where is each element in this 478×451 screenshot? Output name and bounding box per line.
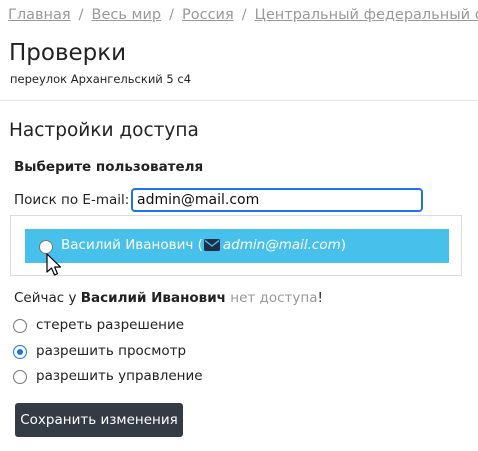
status-user-name: Василий Иванович	[80, 290, 226, 306]
page-address: переулок Архангельский 5 с4	[10, 72, 192, 86]
access-status-text: Сейчас у Василий Иванович нет доступа!	[14, 290, 323, 306]
option-revoke-label[interactable]: стереть разрешение	[36, 317, 184, 333]
access-section-title: Настройки доступа	[9, 120, 199, 141]
user-email-close-paren: )	[340, 237, 347, 253]
breadcrumb-district-link[interactable]: Центральный федеральный округ	[255, 7, 478, 23]
breadcrumb-home-link[interactable]: Главная	[8, 7, 71, 23]
page-title: Проверки	[9, 40, 127, 66]
user-email-open-paren: (	[197, 237, 203, 253]
email-search-label: Поиск по E-mail:	[14, 192, 130, 208]
email-search-input[interactable]	[131, 188, 423, 212]
save-changes-button[interactable]: Сохранить изменения	[15, 403, 183, 437]
status-suffix: !	[317, 290, 323, 306]
user-result-text: Василий Иванович ( admin@mail.com)	[61, 237, 346, 253]
user-results-list: Василий Иванович ( admin@mail.com)	[10, 215, 462, 276]
breadcrumb-separator: /	[241, 7, 247, 23]
radio-revoke[interactable]	[13, 319, 27, 333]
mouse-cursor-icon	[46, 253, 62, 276]
breadcrumb-world-link[interactable]: Весь мир	[92, 7, 162, 23]
radio-allow-view[interactable]	[13, 345, 27, 359]
user-email: admin@mail.com	[222, 237, 341, 253]
option-allow-manage-label[interactable]: разрешить управление	[36, 368, 203, 384]
header-divider	[0, 100, 478, 101]
radio-allow-manage[interactable]	[13, 370, 27, 384]
user-result-item[interactable]: Василий Иванович ( admin@mail.com)	[25, 229, 449, 263]
envelope-icon	[203, 239, 220, 251]
select-user-label: Выберите пользователя	[14, 159, 204, 175]
user-name: Василий Иванович	[61, 237, 194, 253]
breadcrumb: Главная / Весь мир / Россия / Центральный феде…	[8, 7, 478, 29]
user-select-radio[interactable]	[39, 240, 53, 254]
status-prefix: Сейчас у	[14, 290, 81, 306]
option-allow-view-label[interactable]: разрешить просмотр	[36, 343, 186, 359]
status-access-level: нет доступа	[230, 290, 318, 306]
breadcrumb-russia-link[interactable]: Россия	[182, 7, 234, 23]
breadcrumb-separator: /	[169, 7, 174, 23]
breadcrumb-separator: /	[78, 7, 84, 23]
